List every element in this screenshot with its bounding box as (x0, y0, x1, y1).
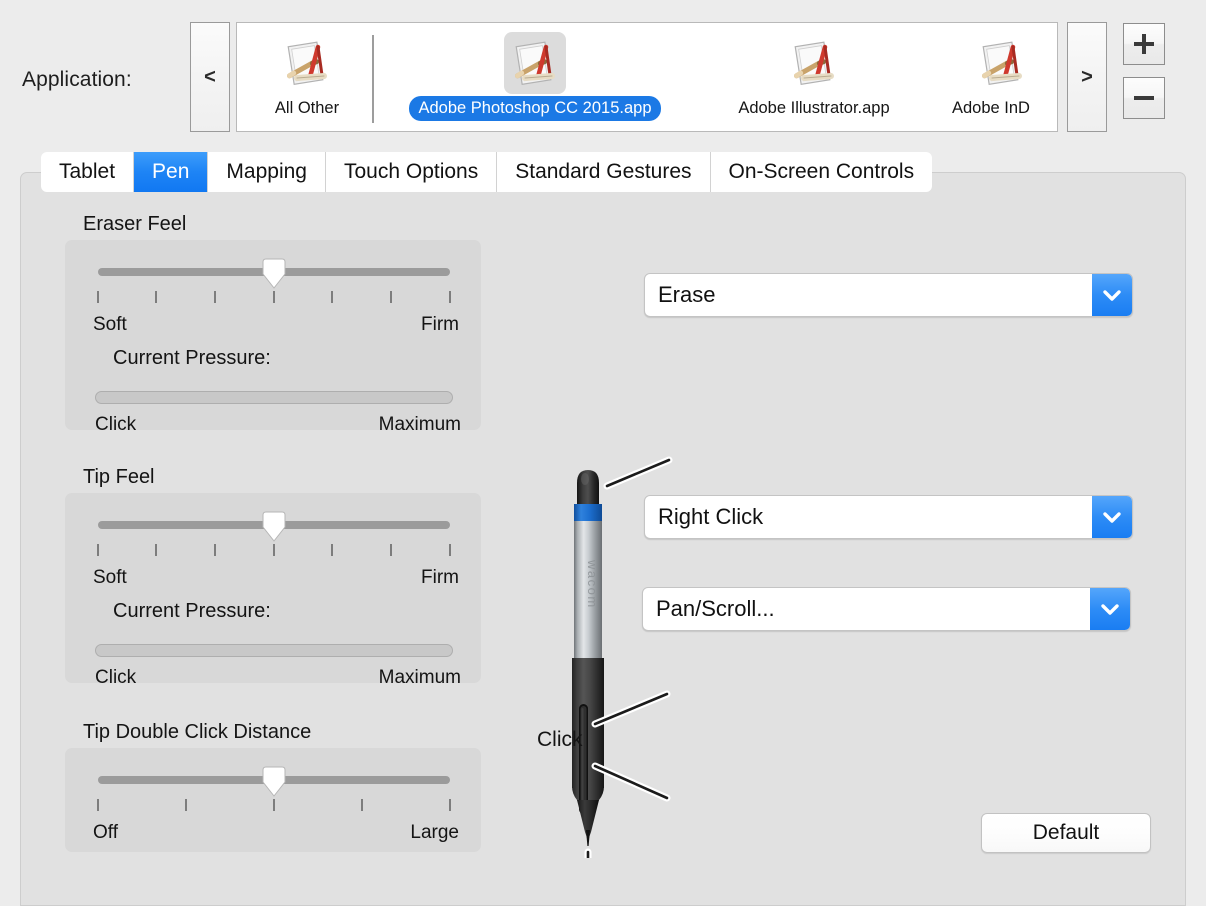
upper-button-function-dropdown[interactable]: Right Click (644, 495, 1133, 539)
generic-app-icon (504, 32, 566, 94)
pen-settings-panel: Eraser Feel Soft Firm Current Pressure: … (20, 172, 1186, 906)
upper-button-function-value: Right Click (658, 504, 764, 529)
app-list-divider (372, 35, 374, 123)
eraser-function-value: Erase (658, 282, 716, 307)
tab-pen[interactable]: Pen (134, 152, 209, 192)
pen-tip-click-label: Click (537, 728, 583, 751)
settings-tab-bar: Tablet Pen Mapping Touch Options Standar… (41, 152, 933, 192)
application-label: Application: (22, 68, 132, 91)
tip-pressure-min-label: Click (95, 667, 137, 688)
tip-feel-min-label: Soft (93, 567, 127, 588)
app-item-adobe-illustrator[interactable]: Adobe Illustrator.app (689, 23, 939, 131)
svg-text:wacom: wacom (585, 559, 600, 609)
default-button[interactable]: Default (981, 813, 1151, 853)
tip-current-pressure-title: Current Pressure: (113, 600, 271, 622)
eraser-pressure-max-label: Maximum (378, 414, 461, 435)
add-application-button[interactable] (1123, 23, 1165, 65)
app-item-label: Adobe InD (952, 99, 1030, 117)
app-item-label: Adobe Illustrator.app (738, 99, 890, 117)
plus-icon (1134, 34, 1154, 54)
eraser-feel-slider-ticks (97, 291, 451, 303)
tip-double-click-distance-title: Tip Double Click Distance (83, 721, 312, 743)
tip-feel-max-label: Firm (421, 567, 459, 588)
eraser-feel-min-label: Soft (93, 314, 127, 335)
minus-icon (1134, 88, 1154, 108)
tip-feel-slider-ticks (97, 544, 451, 556)
tab-standard-gestures[interactable]: Standard Gestures (497, 152, 711, 192)
tab-touch-options[interactable]: Touch Options (325, 152, 498, 192)
app-item-all-other[interactable]: All Other (243, 23, 371, 131)
tip-double-click-slider-ticks (97, 799, 451, 811)
tip-feel-group: Soft Firm Current Pressure: Click Maximu… (65, 493, 481, 688)
app-item-adobe-photoshop[interactable]: Adobe Photoshop CC 2015.app (385, 23, 685, 131)
application-list[interactable]: All Other Adobe Photoshop CC 2015.app Ad… (236, 22, 1058, 132)
eraser-feel-slider-knob[interactable] (259, 258, 289, 289)
eraser-feel-group: Soft Firm Current Pressure: Click Maximu… (65, 240, 481, 435)
eraser-pressure-min-label: Click (95, 414, 137, 435)
application-selector-bar: Application: < > All Other Adobe Photosh… (0, 0, 1206, 140)
eraser-feel-title: Eraser Feel (83, 213, 187, 235)
lower-button-function-dropdown[interactable]: Pan/Scroll... (642, 587, 1131, 631)
pen-illustration: wacom (541, 428, 871, 894)
eraser-current-pressure-bar (95, 391, 453, 404)
generic-app-icon (971, 32, 1033, 94)
app-item-label: Adobe Photoshop CC 2015.app (409, 96, 661, 121)
tip-double-click-max-label: Large (410, 822, 459, 843)
tab-mapping[interactable]: Mapping (208, 152, 326, 192)
eraser-feel-max-label: Firm (421, 314, 459, 335)
tip-double-click-min-label: Off (93, 822, 118, 843)
tip-feel-title: Tip Feel (83, 466, 155, 488)
tip-current-pressure-bar (95, 644, 453, 657)
tip-double-click-distance-group: Off Large (65, 748, 481, 852)
remove-application-button[interactable] (1123, 77, 1165, 119)
generic-app-icon (783, 32, 845, 94)
app-scroll-next-button[interactable]: > (1067, 22, 1107, 132)
app-scroll-prev-button[interactable]: < (190, 22, 230, 132)
chevron-down-icon[interactable] (1092, 274, 1132, 316)
tab-on-screen-controls[interactable]: On-Screen Controls (710, 152, 933, 192)
tip-feel-slider-knob[interactable] (259, 511, 289, 542)
eraser-current-pressure-title: Current Pressure: (113, 347, 271, 369)
app-item-adobe-indesign[interactable]: Adobe InD (943, 23, 1057, 131)
app-item-label: All Other (274, 99, 340, 117)
eraser-function-dropdown[interactable]: Erase (644, 273, 1133, 317)
lower-button-function-value: Pan/Scroll... (656, 596, 775, 621)
chevron-down-icon[interactable] (1090, 588, 1130, 630)
chevron-down-icon[interactable] (1092, 496, 1132, 538)
tip-pressure-max-label: Maximum (378, 667, 461, 688)
tab-tablet[interactable]: Tablet (41, 152, 135, 192)
tip-double-click-slider-knob[interactable] (259, 766, 289, 797)
generic-app-icon (276, 32, 338, 94)
